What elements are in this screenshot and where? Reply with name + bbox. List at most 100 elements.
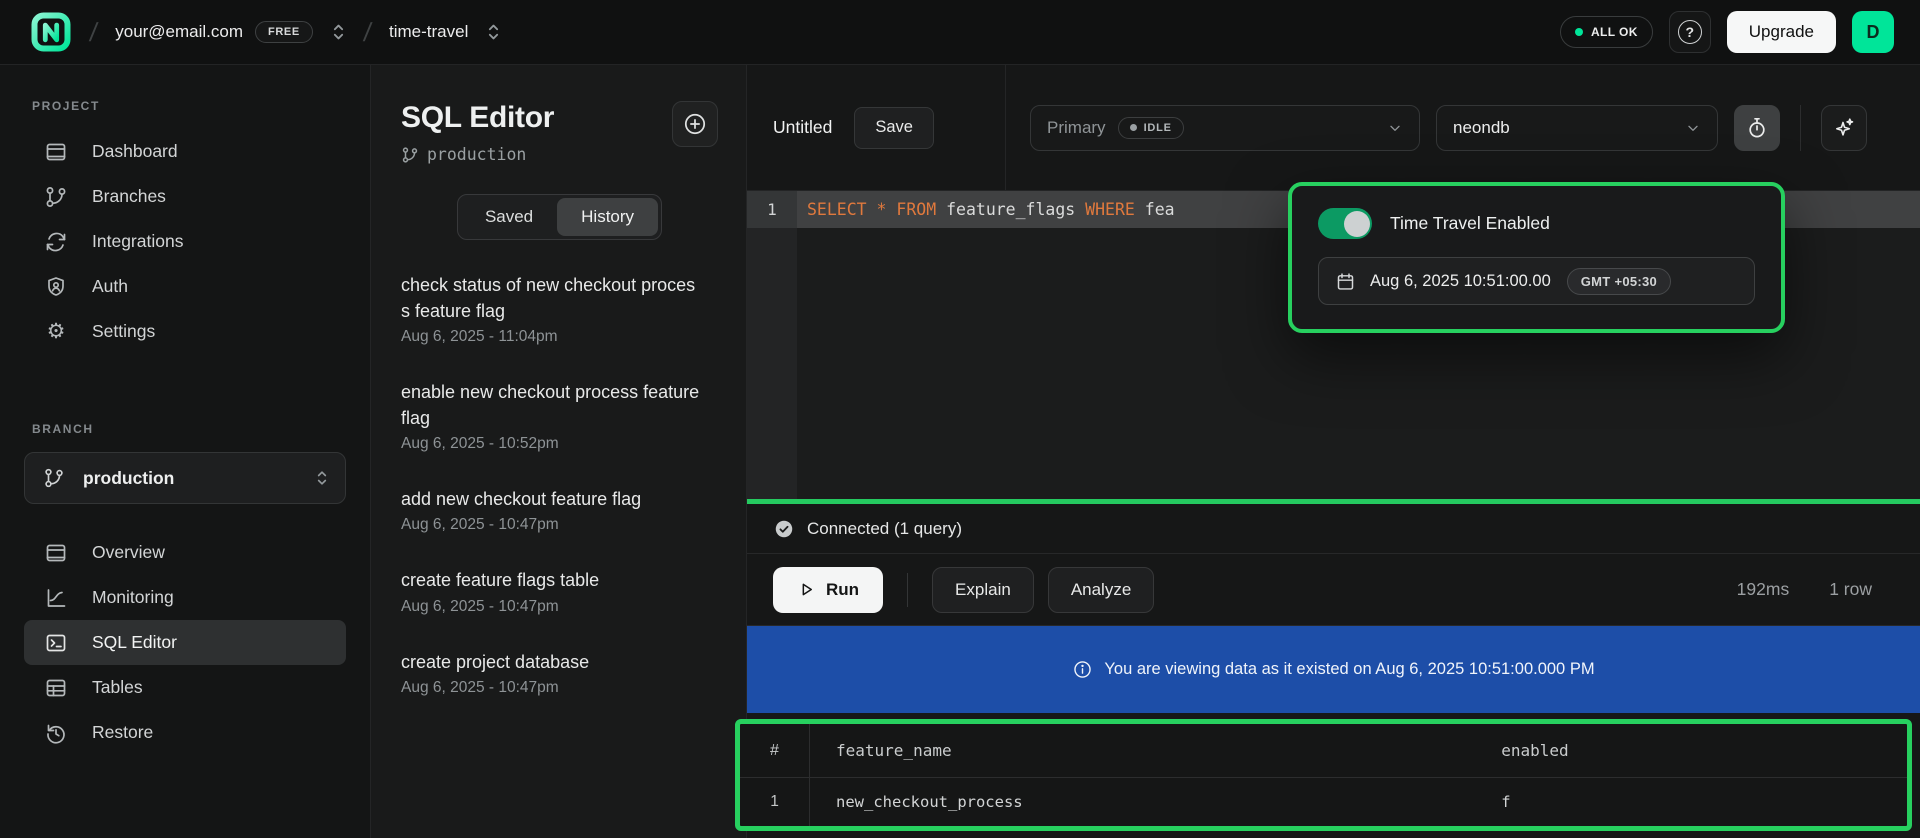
chevron-down-icon xyxy=(1387,120,1403,136)
info-circle-icon xyxy=(1072,659,1093,680)
chart-line-icon xyxy=(44,586,68,610)
upgrade-button[interactable]: Upgrade xyxy=(1727,11,1836,53)
topbar: / your@email.com FREE / time-travel ALL … xyxy=(0,0,1920,65)
history-item[interactable]: create project database Aug 6, 2025 - 10… xyxy=(401,649,718,697)
branch-selector[interactable]: production xyxy=(24,452,346,504)
time-travel-toggle[interactable] xyxy=(1318,208,1372,239)
column-header-enabled: enabled xyxy=(1475,741,1907,760)
org-selector[interactable]: your@email.com FREE xyxy=(115,21,346,43)
cell-feature-name: new_checkout_process xyxy=(810,793,1475,811)
time-travel-banner: You are viewing data as it existed on Au… xyxy=(747,626,1920,713)
saved-history-tabs: Saved History xyxy=(457,194,662,240)
status-dot-icon xyxy=(1575,28,1583,36)
analyze-button[interactable]: Analyze xyxy=(1048,567,1154,613)
sparkles-icon xyxy=(1832,116,1856,140)
banner-text: You are viewing data as it existed on Au… xyxy=(1104,660,1594,679)
sidebar-item-settings[interactable]: ⚙ Settings xyxy=(24,309,346,354)
new-query-button[interactable] xyxy=(672,101,718,147)
sidebar-item-overview[interactable]: Overview xyxy=(24,530,346,575)
browser-icon xyxy=(44,140,68,164)
cell-enabled: f xyxy=(1475,793,1907,811)
sidebar-item-restore[interactable]: Restore xyxy=(24,710,346,755)
actions-divider xyxy=(907,573,908,607)
query-tab-title: Untitled xyxy=(773,117,832,138)
compute-selector[interactable]: Primary IDLE xyxy=(1030,105,1420,151)
chevron-updown-icon xyxy=(486,21,501,43)
connection-status-text: Connected (1 query) xyxy=(807,519,962,539)
history-item[interactable]: create feature flags table Aug 6, 2025 -… xyxy=(401,567,718,615)
breadcrumb-separator: / xyxy=(362,17,374,48)
results-table: # feature_name enabled 1 new_checkout_pr… xyxy=(735,719,1912,831)
table-row[interactable]: 1 new_checkout_process f xyxy=(740,778,1907,826)
sidebar-item-auth[interactable]: Auth xyxy=(24,264,346,309)
plan-badge: FREE xyxy=(255,21,313,43)
help-button[interactable]: ? xyxy=(1669,11,1711,53)
page-title: SQL Editor xyxy=(401,101,554,135)
git-branch-icon xyxy=(43,467,65,489)
time-travel-timestamp: Aug 6, 2025 10:51:00.00 xyxy=(1370,272,1551,291)
toggle-knob xyxy=(1344,211,1370,237)
sidebar-item-dashboard[interactable]: Dashboard xyxy=(24,129,346,174)
column-header-feature-name: feature_name xyxy=(810,741,1475,760)
calendar-icon xyxy=(1335,271,1356,292)
sidebar-item-tables[interactable]: Tables xyxy=(24,665,346,710)
sidebar-item-monitoring[interactable]: Monitoring xyxy=(24,575,346,620)
column-header-index: # xyxy=(740,724,810,777)
toolbar-divider xyxy=(1800,105,1801,151)
plus-circle-icon xyxy=(682,111,708,137)
sidebar-heading-branch: BRANCH xyxy=(32,422,346,436)
question-mark-icon: ? xyxy=(1678,20,1702,44)
query-duration: 192ms xyxy=(1737,579,1790,600)
editor-gutter xyxy=(747,228,797,499)
chevron-down-icon xyxy=(1685,120,1701,136)
explain-button[interactable]: Explain xyxy=(932,567,1034,613)
system-status-pill[interactable]: ALL OK xyxy=(1560,16,1653,48)
compute-status-badge: IDLE xyxy=(1118,117,1184,139)
time-travel-button[interactable] xyxy=(1734,105,1780,151)
ai-assist-button[interactable] xyxy=(1821,105,1867,151)
sql-editor-panel: SQL Editor production Saved History chec… xyxy=(370,65,747,838)
query-actions-bar: Run Explain Analyze 192ms 1 row xyxy=(747,554,1920,626)
time-travel-popup: Time Travel Enabled Aug 6, 2025 10:51:00… xyxy=(1288,182,1785,333)
tab-history[interactable]: History xyxy=(557,198,658,236)
table-grid-icon xyxy=(44,676,68,700)
line-number: 1 xyxy=(747,191,797,228)
project-name: time-travel xyxy=(389,22,468,42)
current-branch: production xyxy=(401,145,554,164)
chevron-updown-icon xyxy=(331,21,346,43)
git-branch-icon xyxy=(401,146,419,164)
neon-logo-icon[interactable] xyxy=(30,11,72,53)
sidebar-item-branches[interactable]: Branches xyxy=(24,174,346,219)
sidebar-item-integrations[interactable]: Integrations xyxy=(24,219,346,264)
status-text: ALL OK xyxy=(1591,25,1638,39)
history-item[interactable]: enable new checkout process feature flag… xyxy=(401,379,718,453)
history-item[interactable]: add new checkout feature flag Aug 6, 202… xyxy=(401,486,718,534)
terminal-square-icon xyxy=(44,631,68,655)
time-travel-datetime-picker[interactable]: Aug 6, 2025 10:51:00.00 GMT +05:30 xyxy=(1318,257,1755,305)
results-section: You are viewing data as it existed on Au… xyxy=(747,626,1920,838)
results-header-row: # feature_name enabled xyxy=(740,724,1907,778)
history-item[interactable]: check status of new checkout process fea… xyxy=(401,272,718,346)
history-clock-icon xyxy=(44,721,68,745)
user-avatar[interactable]: D xyxy=(1852,11,1894,53)
run-button[interactable]: Run xyxy=(773,567,883,613)
topbar-actions: ALL OK ? Upgrade D xyxy=(1560,11,1894,53)
tab-saved[interactable]: Saved xyxy=(461,198,557,236)
check-circle-icon xyxy=(773,518,795,540)
stopwatch-icon xyxy=(1745,116,1769,140)
shield-user-icon xyxy=(44,275,68,299)
project-selector[interactable]: time-travel xyxy=(389,21,501,43)
save-button[interactable]: Save xyxy=(854,107,934,149)
pane-resizer[interactable] xyxy=(747,499,1920,504)
sidebar-item-sql-editor[interactable]: SQL Editor xyxy=(24,620,346,665)
breadcrumb-separator: / xyxy=(88,17,100,48)
sidebar: PROJECT Dashboard Branches Integrations … xyxy=(0,65,370,838)
breadcrumb: / your@email.com FREE / time-travel xyxy=(30,11,501,53)
play-icon xyxy=(797,580,816,599)
database-selector[interactable]: neondb xyxy=(1436,105,1718,151)
neon-console: / your@email.com FREE / time-travel ALL … xyxy=(0,0,1920,838)
row-count: 1 row xyxy=(1829,579,1872,600)
history-list: check status of new checkout process fea… xyxy=(401,272,718,697)
sql-code-editor[interactable]: 1 SELECT * FROM feature_flags WHERE fea … xyxy=(747,191,1920,499)
refresh-arrows-icon xyxy=(44,230,68,254)
